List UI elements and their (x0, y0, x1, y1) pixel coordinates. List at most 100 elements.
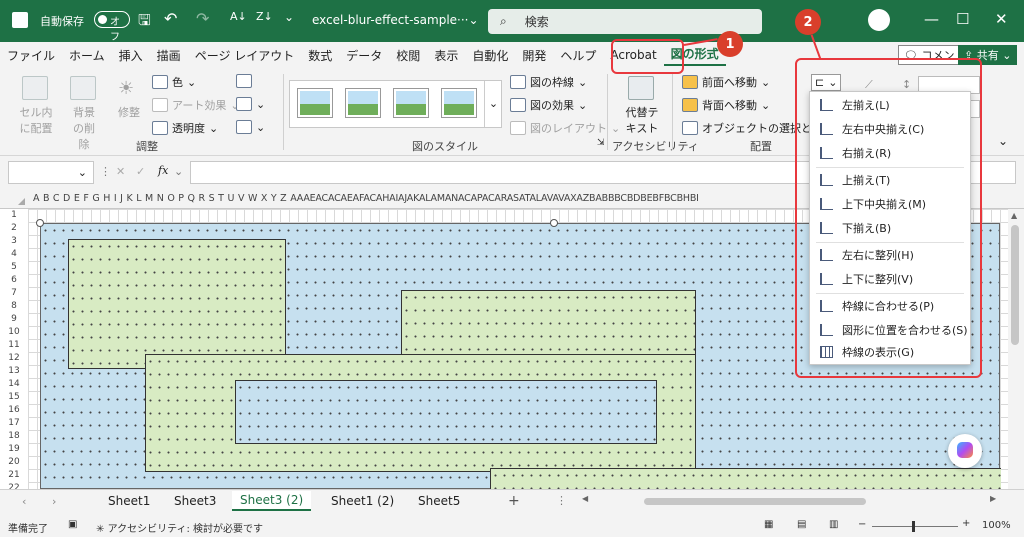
tab-draw[interactable]: 描画 (150, 47, 188, 64)
resize-handle[interactable] (36, 219, 44, 227)
copilot-icon[interactable] (948, 434, 982, 468)
tab-formulas[interactable]: 数式 (301, 47, 339, 64)
corrections-button[interactable]: 修整 (118, 104, 140, 120)
column-header-row[interactable]: ABCDEFGHIJKLMNOPQRSTUVWXYZAAAEACACAEAFAC… (33, 193, 699, 204)
place-in-cell-button[interactable]: セル内に配置 (18, 104, 54, 136)
avatar[interactable] (868, 9, 890, 31)
page-break-view-icon[interactable]: ▥ (829, 519, 838, 530)
sort-desc-icon[interactable]: Z↓ (256, 10, 273, 23)
reset-picture-icon[interactable]: ⌄ (236, 120, 265, 134)
tab-insert[interactable]: 挿入 (112, 47, 150, 64)
page-layout-view-icon[interactable]: ▤ (797, 519, 806, 530)
close-icon[interactable]: ✕ (995, 10, 1008, 28)
save-icon[interactable]: 🖫 (138, 10, 151, 35)
normal-view-icon[interactable]: ▦ (764, 519, 773, 530)
row-header[interactable]: 17 (0, 418, 28, 428)
row-header[interactable]: 10 (0, 327, 28, 337)
search-box[interactable]: ⌕ 検索 (488, 9, 762, 34)
change-picture-icon[interactable]: ⌄ (236, 97, 265, 111)
row-header[interactable]: 8 (0, 301, 28, 311)
artistic-effects-button[interactable]: アート効果 ⌄ (152, 97, 240, 113)
row-header[interactable]: 16 (0, 405, 28, 415)
row-header[interactable]: 9 (0, 314, 28, 324)
gallery-more-icon[interactable]: ⌄ (484, 81, 502, 127)
tab-data[interactable]: データ (339, 47, 389, 64)
tab-split-icon[interactable]: ⋮ (556, 494, 567, 507)
zoom-slider[interactable] (872, 521, 958, 532)
compress-pictures-icon[interactable] (236, 74, 252, 88)
sheet-tab-active[interactable]: Sheet3 (2) (232, 491, 312, 511)
zoom-out-icon[interactable]: − (858, 519, 866, 530)
sort-asc-icon[interactable]: A↓ (230, 10, 247, 23)
sheet-tab[interactable]: Sheet5 (418, 494, 460, 508)
undo-icon[interactable]: ↶ (164, 9, 177, 28)
zoom-level[interactable]: 100% (982, 520, 1011, 531)
send-backward-button[interactable]: 背面へ移動 ⌄ (682, 97, 770, 113)
more-icon[interactable]: ⋮ (100, 165, 111, 178)
macro-record-icon[interactable]: ▣ (68, 519, 77, 530)
tab-developer[interactable]: 開発 (515, 47, 553, 64)
row-header[interactable]: 4 (0, 249, 28, 259)
bring-forward-button[interactable]: 前面へ移動 ⌄ (682, 74, 770, 90)
autosave-toggle[interactable]: オフ (88, 11, 130, 43)
row-header[interactable]: 21 (0, 470, 28, 480)
row-header[interactable]: 7 (0, 288, 28, 298)
format-dialog-launcher-icon[interactable]: ⇲ (597, 138, 605, 148)
sheet-tab[interactable]: Sheet3 (174, 494, 216, 508)
name-box[interactable]: ⌄ (8, 161, 94, 184)
row-header[interactable]: 11 (0, 340, 28, 350)
row-header[interactable]: 15 (0, 392, 28, 402)
scroll-right-icon[interactable]: ▶ (990, 494, 996, 503)
next-sheet-icon[interactable]: › (52, 495, 56, 508)
picture-style-thumb[interactable] (394, 89, 428, 117)
select-all-icon[interactable] (18, 198, 25, 205)
fx-dropdown-icon[interactable]: ⌄ (174, 165, 183, 178)
tab-home[interactable]: ホーム (62, 47, 112, 64)
picture-effects-button[interactable]: 図の効果 ⌄ (510, 97, 587, 113)
tab-view[interactable]: 表示 (427, 47, 465, 64)
tab-file[interactable]: ファイル (0, 47, 62, 64)
accessibility-status[interactable]: ✳ アクセシビリティ: 検討が必要です (96, 520, 263, 535)
customize-qat-icon[interactable]: ⌄ (284, 10, 294, 24)
add-sheet-icon[interactable]: + (508, 493, 520, 509)
picture-style-thumb[interactable] (346, 89, 380, 117)
row-header[interactable]: 14 (0, 379, 28, 389)
row-header[interactable]: 19 (0, 444, 28, 454)
picture-style-thumb[interactable] (298, 89, 332, 117)
remove-background-button[interactable]: 背景の削除 (68, 104, 100, 152)
alt-text-button[interactable]: 代替テキスト (622, 104, 662, 136)
row-header[interactable]: 20 (0, 457, 28, 467)
tab-page-layout[interactable]: ページ レイアウト (188, 47, 302, 64)
zoom-in-icon[interactable]: + (962, 518, 970, 529)
cancel-icon[interactable]: ✕ (116, 165, 125, 178)
row-header[interactable]: 6 (0, 275, 28, 285)
row-header[interactable]: 18 (0, 431, 28, 441)
row-header[interactable]: 13 (0, 366, 28, 376)
scroll-left-icon[interactable]: ◀ (582, 494, 588, 503)
minimize-icon[interactable]: — (924, 10, 939, 28)
scroll-up-icon[interactable]: ▲ (1011, 211, 1017, 220)
picture-style-thumb[interactable] (442, 89, 476, 117)
row-header[interactable]: 1 (0, 210, 28, 220)
sheet-tab[interactable]: Sheet1 (108, 494, 150, 508)
sheet-tab[interactable]: Sheet1 (2) (331, 494, 394, 508)
enter-icon[interactable]: ✓ (136, 165, 145, 178)
transparency-button[interactable]: 透明度 ⌄ (152, 120, 218, 136)
horizontal-scrollbar[interactable]: ◀ ▶ (580, 494, 1000, 508)
file-name[interactable]: excel-blur-effect-sample··· ⌄ (312, 13, 479, 27)
scroll-thumb[interactable] (1011, 225, 1019, 345)
tab-review[interactable]: 校閲 (389, 47, 427, 64)
zoom-slider-thumb[interactable] (912, 521, 915, 532)
row-header[interactable]: 5 (0, 262, 28, 272)
prev-sheet-icon[interactable]: ‹ (22, 495, 26, 508)
tab-help[interactable]: ヘルプ (553, 47, 603, 64)
fx-button[interactable]: fx (158, 164, 168, 177)
redo-icon[interactable]: ↷ (196, 9, 209, 28)
row-header[interactable]: 2 (0, 223, 28, 233)
tab-automate[interactable]: 自動化 (465, 47, 515, 64)
picture-layout-button[interactable]: 図のレイアウト ⌄ (510, 120, 620, 136)
resize-handle[interactable] (550, 219, 558, 227)
color-button[interactable]: 色 ⌄ (152, 74, 196, 90)
vertical-scrollbar[interactable]: ▲ (1008, 209, 1024, 489)
picture-border-button[interactable]: 図の枠線 ⌄ (510, 74, 587, 90)
